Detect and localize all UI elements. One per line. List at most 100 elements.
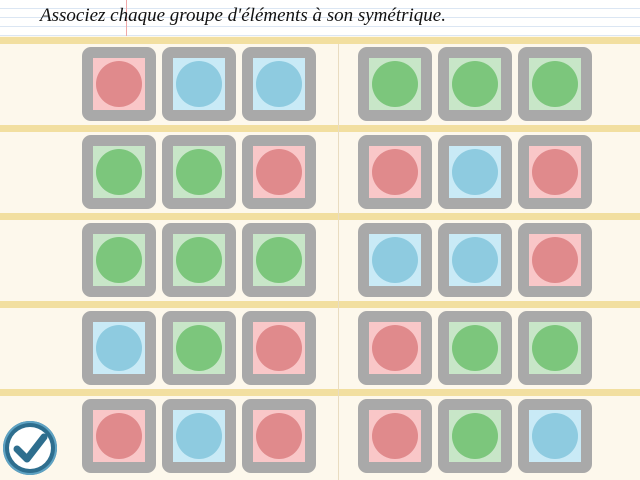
green-tile-background [529,322,581,374]
blue-circle-icon [532,413,578,459]
tile [242,399,316,473]
red-circle-icon [372,149,418,195]
row-3 [0,213,640,300]
tile [82,223,156,297]
green-tile-background [449,58,501,110]
red-tile-background [93,58,145,110]
red-circle-icon [532,237,578,283]
tile [242,47,316,121]
right-group-row-1[interactable] [358,47,598,121]
blue-circle-icon [96,325,142,371]
red-tile-background [93,410,145,462]
tile [242,135,316,209]
tile [82,399,156,473]
green-circle-icon [452,61,498,107]
left-group-row-1[interactable] [82,47,322,121]
checkmark-icon [13,433,48,463]
column-divider [338,44,339,480]
tile [82,47,156,121]
green-tile-background [449,322,501,374]
red-circle-icon [96,413,142,459]
tile [82,135,156,209]
row-4 [0,301,640,388]
tile [82,311,156,385]
tile [162,223,236,297]
red-tile-background [369,322,421,374]
green-tile-background [449,410,501,462]
blue-tile-background [529,410,581,462]
right-group-row-5[interactable] [358,399,598,473]
green-circle-icon [176,149,222,195]
green-tile-background [173,322,225,374]
red-tile-background [529,146,581,198]
green-circle-icon [452,413,498,459]
tile [438,135,512,209]
right-group-row-4[interactable] [358,311,598,385]
red-circle-icon [256,149,302,195]
tile [358,399,432,473]
green-circle-icon [372,61,418,107]
right-group-row-2[interactable] [358,135,598,209]
tile [162,311,236,385]
left-group-row-2[interactable] [82,135,322,209]
left-group-row-5[interactable] [82,399,322,473]
red-circle-icon [256,325,302,371]
tile [518,399,592,473]
green-tile-background [93,146,145,198]
instruction-bar: Associez chaque groupe d'éléments à son … [0,0,640,36]
tile [358,135,432,209]
left-group-row-3[interactable] [82,223,322,297]
tile [162,399,236,473]
red-circle-icon [96,61,142,107]
tile [162,135,236,209]
red-tile-background [253,146,305,198]
blue-tile-background [93,322,145,374]
tile [358,311,432,385]
green-tile-background [173,146,225,198]
left-group-row-4[interactable] [82,311,322,385]
green-tile-background [369,58,421,110]
tile [518,223,592,297]
red-circle-icon [372,413,418,459]
tile [438,311,512,385]
tile [518,47,592,121]
red-tile-background [369,410,421,462]
validate-button[interactable] [3,421,57,475]
blue-tile-background [369,234,421,286]
blue-circle-icon [176,61,222,107]
red-tile-background [253,410,305,462]
tile [242,311,316,385]
blue-circle-icon [372,237,418,283]
blue-circle-icon [256,61,302,107]
red-circle-icon [256,413,302,459]
tile [438,47,512,121]
blue-tile-background [449,146,501,198]
blue-circle-icon [176,413,222,459]
green-tile-background [173,234,225,286]
green-circle-icon [532,325,578,371]
tile [358,223,432,297]
blue-tile-background [173,410,225,462]
green-circle-icon [532,61,578,107]
green-circle-icon [176,237,222,283]
tile [438,223,512,297]
blue-tile-background [449,234,501,286]
instruction-text: Associez chaque groupe d'éléments à son … [40,5,446,26]
green-circle-icon [256,237,302,283]
blue-tile-background [253,58,305,110]
red-tile-background [253,322,305,374]
green-tile-background [529,58,581,110]
blue-tile-background [173,58,225,110]
red-tile-background [529,234,581,286]
tile [438,399,512,473]
tile [518,311,592,385]
row-1 [0,37,640,124]
blue-circle-icon [452,149,498,195]
tile [518,135,592,209]
red-circle-icon [372,325,418,371]
tile [358,47,432,121]
row-5 [0,389,640,476]
green-tile-background [93,234,145,286]
right-group-row-3[interactable] [358,223,598,297]
green-circle-icon [96,149,142,195]
